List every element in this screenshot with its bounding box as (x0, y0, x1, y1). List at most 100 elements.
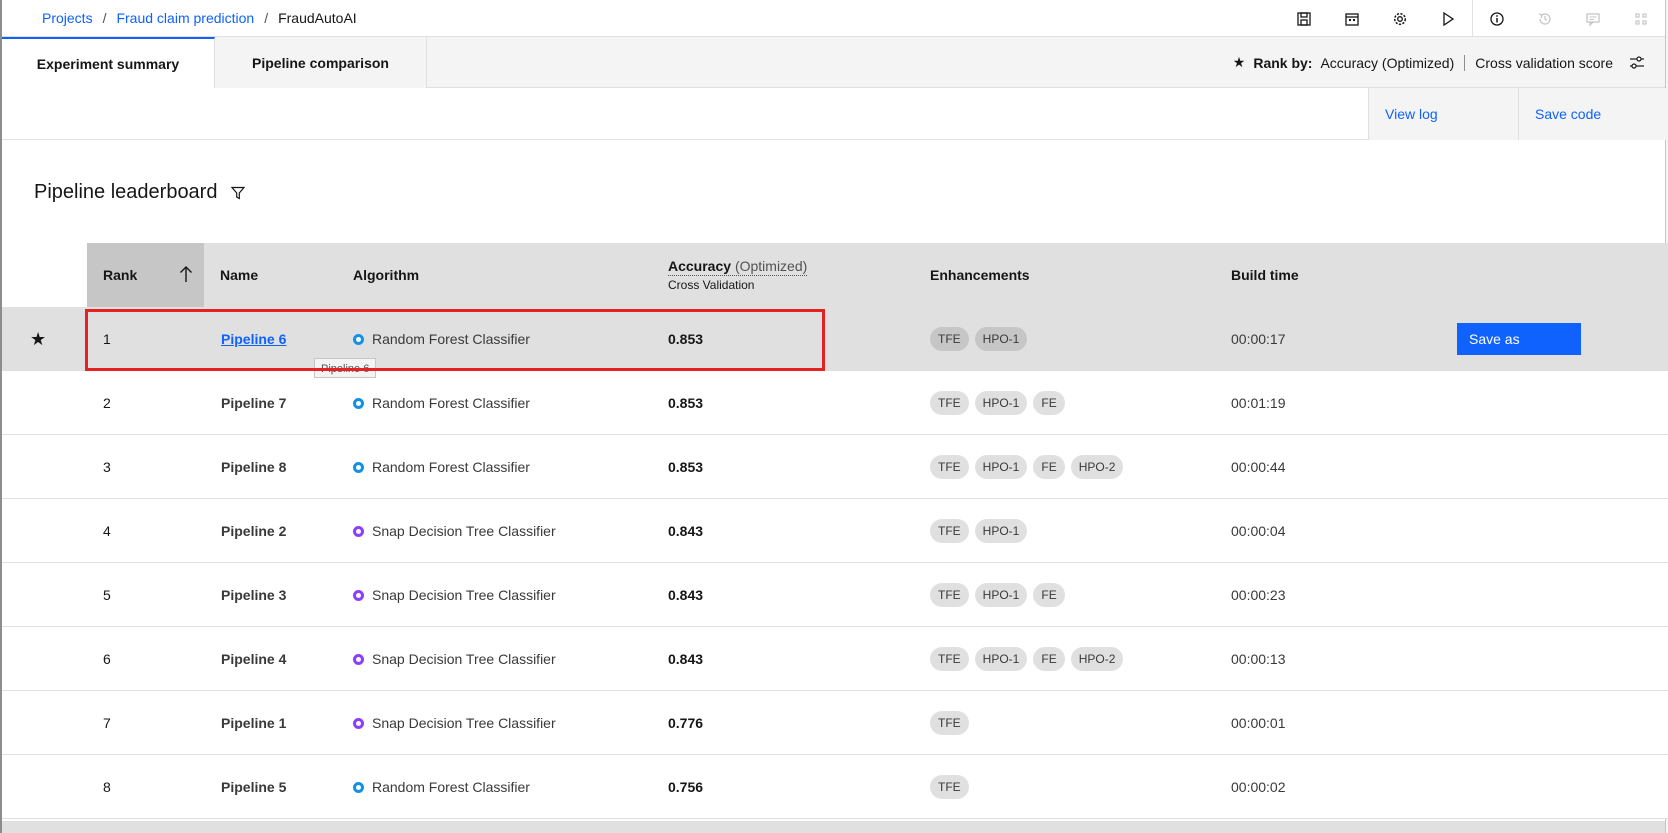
algorithm-dot-icon (353, 525, 364, 537)
save-button[interactable] (1280, 0, 1328, 37)
accuracy-cell: 0.843 (668, 587, 704, 603)
enhancement-tag: HPO-1 (974, 583, 1028, 607)
tabs-row: Experiment summary Pipeline comparison ★… (2, 37, 1665, 88)
algorithm-cell: Random Forest Classifier (353, 755, 530, 819)
enhancement-tag: TFE (930, 775, 969, 799)
save-icon (1297, 11, 1311, 26)
enhancement-tag: HPO-2 (1070, 647, 1124, 671)
settings-adjust-icon[interactable] (1629, 55, 1645, 71)
build-time-cell: 00:00:23 (1231, 587, 1286, 603)
calendar-icon (1345, 12, 1359, 26)
algorithm-cell: Random Forest Classifier (353, 371, 530, 435)
algorithm-dot-icon (353, 653, 364, 665)
pipeline-name-link[interactable]: Pipeline 3 (221, 563, 286, 627)
pipeline-name-link[interactable]: Pipeline 7 (221, 371, 286, 435)
column-algorithm[interactable]: Algorithm (353, 243, 419, 307)
toolbar (1280, 0, 1665, 37)
enhancement-tag: FE (1033, 583, 1065, 607)
column-accuracy-qualifier: (Optimized) (734, 258, 808, 274)
algorithm-cell: Snap Decision Tree Classifier (353, 691, 556, 755)
build-time-cell: 00:00:01 (1231, 715, 1286, 731)
star-icon: ★ (1232, 54, 1246, 70)
build-time-cell: 00:00:13 (1231, 651, 1286, 667)
enhancements-cell: TFE HPO-1 FE HPO-2 (930, 435, 1124, 499)
table-row[interactable]: 7 Pipeline 1 Snap Decision Tree Classifier… (2, 691, 1668, 755)
save-code-button[interactable]: Save code (1518, 88, 1668, 140)
enhancement-tag: TFE (930, 455, 969, 479)
enhancement-tag: FE (1033, 455, 1065, 479)
algorithm-label: Random Forest Classifier (372, 395, 530, 411)
gear-icon (1393, 12, 1407, 25)
table-row[interactable]: 8 Pipeline 5 Random Forest Classifier 0.756… (2, 755, 1668, 819)
rank-cell: 6 (103, 651, 111, 667)
history-button[interactable] (1521, 0, 1569, 37)
algorithm-dot-icon (353, 717, 364, 729)
enhancements-cell: TFE (930, 691, 969, 755)
pipeline-name-link[interactable]: Pipeline 4 (221, 627, 286, 691)
pipeline-name-link[interactable]: Pipeline 8 (221, 435, 286, 499)
rank-by-score: Cross validation score (1475, 54, 1613, 71)
tab-pipeline-comparison[interactable]: Pipeline comparison (215, 37, 427, 88)
column-accuracy[interactable]: Accuracy (Optimized) Cross Validation (668, 243, 808, 307)
enhancement-tag: HPO-1 (974, 647, 1028, 671)
highlight-box (85, 309, 825, 371)
page-title: Pipeline leaderboard (34, 181, 218, 203)
enhancement-tag: FE (1033, 647, 1065, 671)
rank-by[interactable]: ★ Rank by: Accuracy (Optimized) Cross va… (1233, 37, 1645, 88)
enhancement-tag: HPO-1 (974, 327, 1028, 351)
column-build-time[interactable]: Build time (1231, 243, 1299, 307)
algorithm-cell: Snap Decision Tree Classifier (353, 563, 556, 627)
enhancements-cell: TFE HPO-1 FE (930, 371, 1065, 435)
info-icon (1490, 11, 1504, 26)
enhancement-tag: TFE (930, 327, 969, 351)
info-button[interactable] (1473, 0, 1521, 37)
rank-cell: 4 (103, 523, 111, 539)
pipeline-name-link[interactable]: Pipeline 2 (221, 499, 286, 563)
rank-cell: 5 (103, 587, 111, 603)
breadcrumb-current: FraudAutoAI (278, 10, 357, 26)
accuracy-cell: 0.843 (668, 651, 704, 667)
horizontal-scrollbar[interactable] (2, 821, 1665, 833)
table-row[interactable]: 5 Pipeline 3 Snap Decision Tree Classifier… (2, 563, 1668, 627)
column-accuracy-title: Accuracy (Optimized) (668, 258, 808, 276)
build-time-cell: 00:00:02 (1231, 779, 1286, 795)
pipeline-name-link[interactable]: Pipeline 5 (221, 755, 286, 819)
table-header: Rank Name Algorithm Accuracy (Optimized)… (87, 243, 1668, 307)
algorithm-label: Snap Decision Tree Classifier (372, 715, 556, 731)
apps-button[interactable] (1617, 0, 1665, 37)
accuracy-cell: 0.853 (668, 395, 704, 411)
filter-icon[interactable] (231, 186, 246, 200)
settings-button[interactable] (1376, 0, 1424, 37)
table-row[interactable]: 4 Pipeline 2 Snap Decision Tree Classifier… (2, 499, 1668, 563)
build-time-cell: 00:00:04 (1231, 523, 1286, 539)
enhancements-cell: TFE HPO-1 FE (930, 563, 1065, 627)
history-icon (1538, 12, 1551, 25)
column-rank[interactable]: Rank (87, 243, 204, 307)
pipeline-name-link[interactable]: Pipeline 1 (221, 691, 286, 755)
comments-button[interactable] (1569, 0, 1617, 37)
build-time-cell: 00:00:17 (1231, 331, 1286, 347)
algorithm-label: Random Forest Classifier (372, 459, 530, 475)
column-rank-label: Rank (103, 267, 138, 283)
table-row[interactable]: 2 Pipeline 7 Random Forest Classifier 0.853… (2, 371, 1668, 435)
enhancement-tag: TFE (930, 583, 969, 607)
schedule-button[interactable] (1328, 0, 1376, 37)
table-row[interactable]: 6 Pipeline 4 Snap Decision Tree Classifier… (2, 627, 1668, 691)
algorithm-label: Random Forest Classifier (372, 779, 530, 795)
view-log-button[interactable]: View log (1368, 88, 1518, 140)
play-icon (1443, 11, 1455, 26)
breadcrumb-separator: / (264, 10, 269, 26)
save-as-button[interactable]: Save as (1457, 323, 1581, 355)
breadcrumb-project[interactable]: Fraud claim prediction (116, 10, 254, 26)
tab-experiment-summary[interactable]: Experiment summary (2, 37, 215, 88)
accuracy-cell: 0.843 (668, 523, 704, 539)
rank-cell: 7 (103, 715, 111, 731)
enhancements-cell: TFE HPO-1 FE HPO-2 (930, 627, 1124, 691)
table-row[interactable]: 3 Pipeline 8 Random Forest Classifier 0.853… (2, 435, 1668, 499)
run-button[interactable] (1424, 0, 1472, 37)
action-row: View log Save code (2, 88, 1668, 140)
column-name[interactable]: Name (220, 243, 258, 307)
breadcrumb-projects[interactable]: Projects (42, 10, 93, 26)
column-enhancements[interactable]: Enhancements (930, 243, 1030, 307)
star-icon[interactable]: ★ (30, 307, 46, 371)
